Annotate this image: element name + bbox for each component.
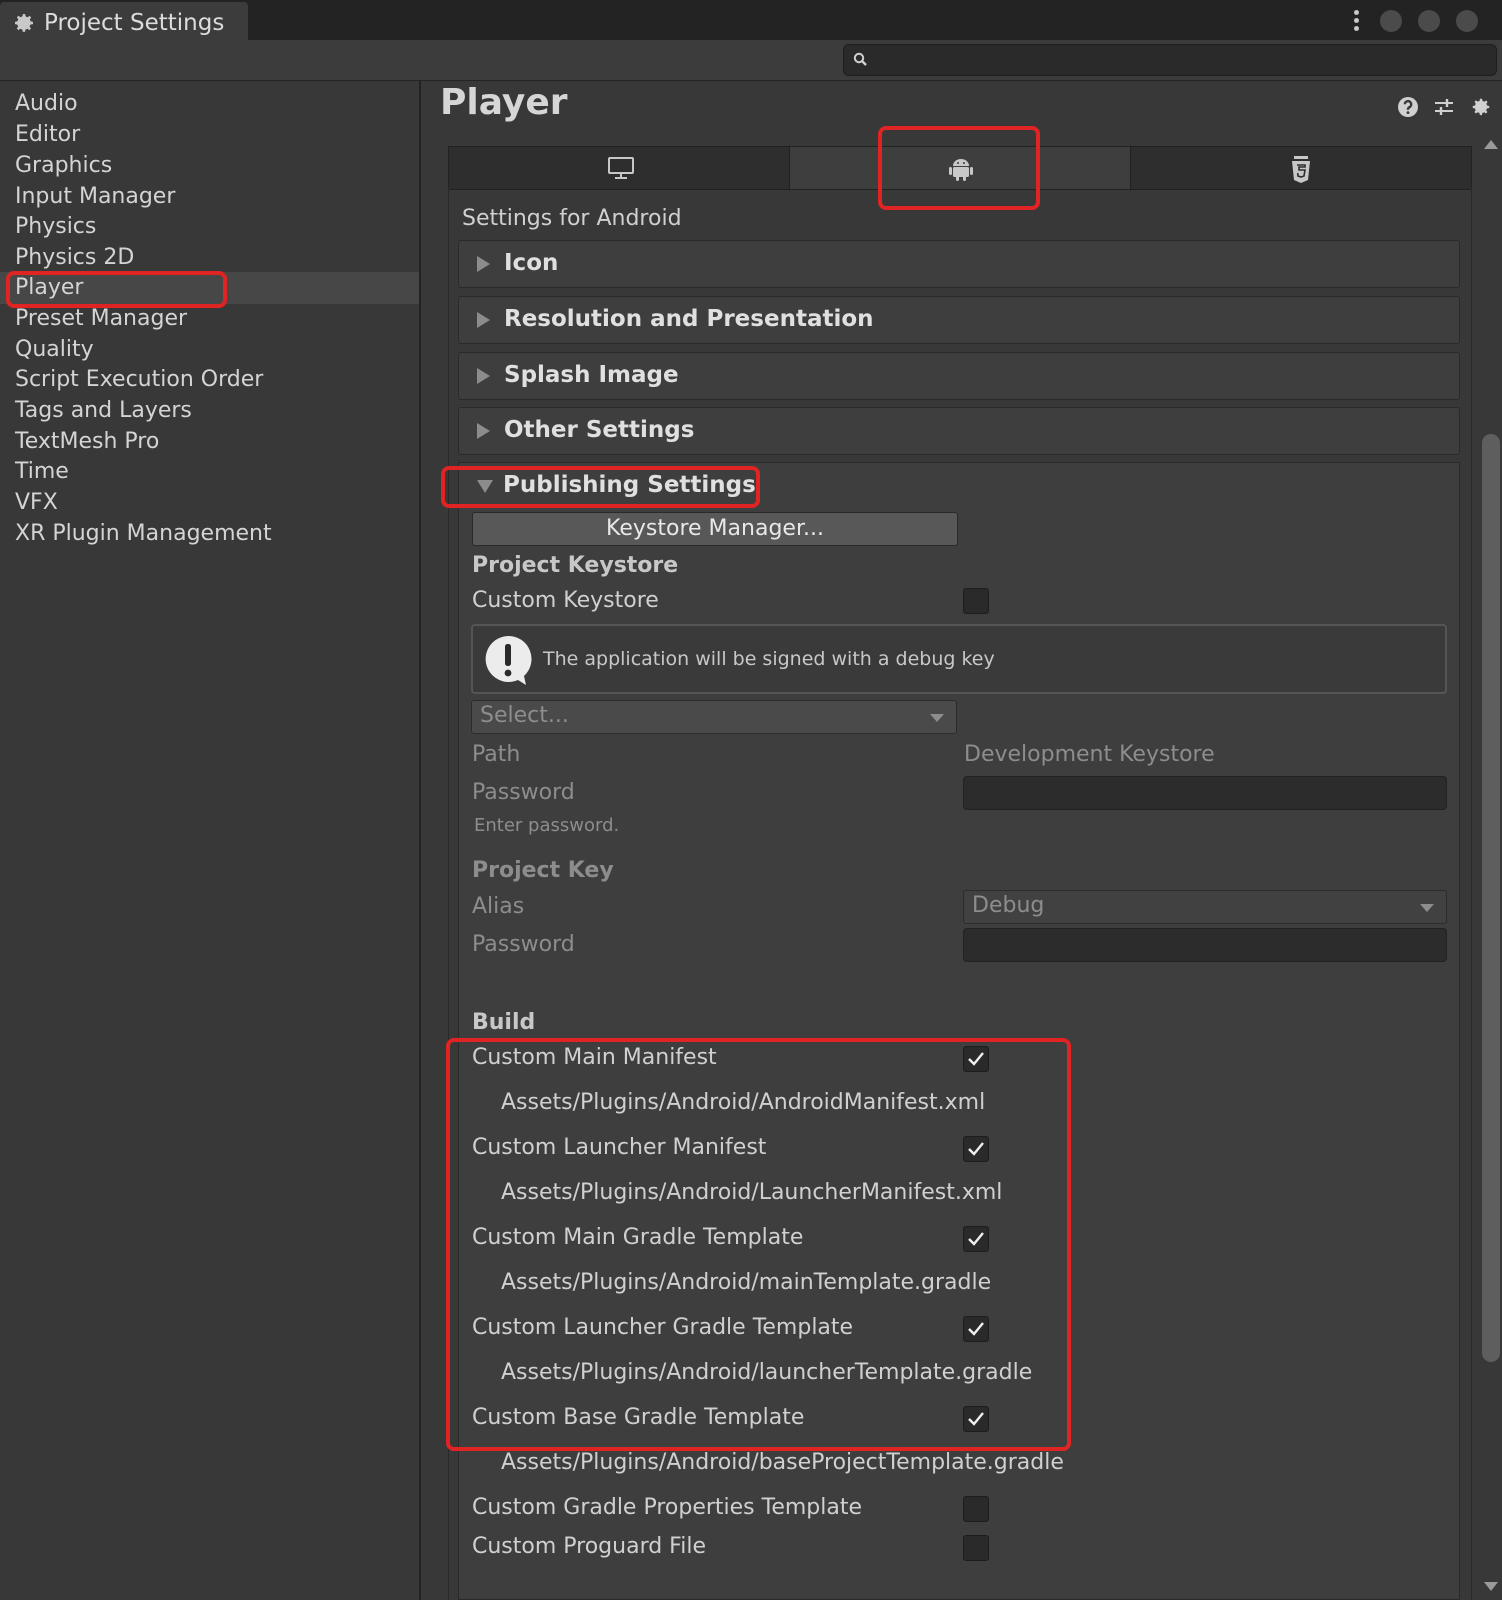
help-icon[interactable] (1397, 96, 1419, 118)
dropdown-value: Select... (480, 703, 569, 728)
sidebar-item-audio[interactable]: Audio (15, 89, 78, 119)
alias-dropdown[interactable]: Debug (963, 890, 1447, 924)
keystore-password-field[interactable] (963, 776, 1447, 810)
chevron-right-icon (477, 256, 490, 272)
page-title: Player (440, 82, 568, 123)
gear-icon (15, 14, 33, 32)
dropdown-value: Debug (972, 893, 1045, 918)
sidebar-item-time[interactable]: Time (15, 457, 69, 487)
chevron-right-icon (477, 368, 490, 384)
project-keystore-heading: Project Keystore (472, 553, 679, 578)
close-button[interactable] (1456, 10, 1478, 32)
sidebar-item-physics-2d[interactable]: Physics 2D (15, 243, 134, 273)
custom-proguard-checkbox[interactable] (963, 1535, 989, 1561)
path-value: Development Keystore (964, 742, 1215, 767)
sidebar-item-input-manager[interactable]: Input Manager (15, 182, 175, 212)
chevron-right-icon (477, 312, 490, 328)
dropdown-arrow-icon (1420, 904, 1434, 912)
gear-icon[interactable] (1470, 96, 1492, 118)
project-key-heading: Project Key (472, 858, 614, 883)
settings-for-label: Settings for Android (462, 206, 682, 231)
custom-proguard-label: Custom Proguard File (472, 1534, 706, 1559)
password-hint: Enter password. (474, 815, 620, 836)
sidebar-item-vfx[interactable]: VFX (15, 488, 58, 518)
password-label: Password (472, 780, 575, 805)
build-heading: Build (472, 1010, 536, 1035)
key-password-field[interactable] (963, 928, 1447, 962)
foldout-title: Splash Image (504, 362, 679, 388)
scrollbar-thumb[interactable] (1482, 434, 1500, 1362)
tab-webgl[interactable] (1131, 147, 1471, 189)
sidebar-item-graphics[interactable]: Graphics (15, 151, 112, 181)
desktop-icon (608, 157, 634, 179)
alias-label: Alias (472, 894, 525, 919)
scroll-up-arrow-icon[interactable] (1484, 140, 1498, 149)
minimize-button[interactable] (1380, 10, 1402, 32)
sidebar-item-xr-plugin-management[interactable]: XR Plugin Management (15, 519, 272, 549)
sidebar-item-quality[interactable]: Quality (15, 335, 94, 365)
annotation-box-player (6, 271, 227, 308)
custom-keystore-checkbox[interactable] (963, 588, 989, 614)
foldout-title: Other Settings (504, 417, 695, 443)
sidebar-item-tags-and-layers[interactable]: Tags and Layers (15, 396, 192, 426)
key-password-label: Password (472, 932, 575, 957)
help-box: The application will be signed with a de… (471, 624, 1447, 694)
foldout-resolution[interactable]: Resolution and Presentation (458, 296, 1460, 344)
html5-icon (1292, 156, 1310, 183)
foldout-other-settings[interactable]: Other Settings (458, 407, 1460, 455)
chevron-right-icon (477, 423, 490, 439)
sidebar-item-preset-manager[interactable]: Preset Manager (15, 304, 187, 334)
foldout-title: Resolution and Presentation (504, 306, 874, 332)
foldout-splash[interactable]: Splash Image (458, 352, 1460, 400)
annotation-box-build-templates (446, 1038, 1071, 1451)
custom-gradle-properties-checkbox[interactable] (963, 1496, 989, 1522)
tab-standalone[interactable] (449, 147, 790, 189)
foldout-icon[interactable]: Icon (458, 240, 1460, 288)
more-options-icon[interactable] (1348, 8, 1364, 36)
preset-sliders-icon[interactable] (1433, 96, 1455, 118)
scroll-down-arrow-icon[interactable] (1484, 1582, 1498, 1591)
foldout-title: Icon (504, 250, 559, 276)
sidebar-item-script-execution-order[interactable]: Script Execution Order (15, 365, 263, 395)
path-label: Path (472, 742, 521, 767)
custom-gradle-properties-label: Custom Gradle Properties Template (472, 1495, 863, 1520)
warning-info-icon (485, 635, 532, 685)
maximize-button[interactable] (1418, 10, 1440, 32)
help-message: The application will be signed with a de… (543, 648, 995, 670)
sidebar-item-textmesh-pro[interactable]: TextMesh Pro (15, 427, 159, 457)
search-icon (853, 52, 867, 66)
keystore-select-dropdown[interactable]: Select... (471, 700, 957, 734)
dropdown-arrow-icon (930, 714, 944, 722)
custom-base-gradle-path: Assets/Plugins/Android/baseProjectTempla… (501, 1450, 1064, 1475)
custom-keystore-label: Custom Keystore (472, 588, 659, 613)
window-tab[interactable]: Project Settings (0, 2, 248, 42)
sidebar-item-physics[interactable]: Physics (15, 212, 96, 242)
sidebar-item-editor[interactable]: Editor (15, 120, 80, 150)
keystore-manager-button[interactable]: Keystore Manager... (472, 512, 958, 546)
window-title: Project Settings (44, 10, 225, 36)
annotation-box-publishing (441, 466, 760, 508)
search-input[interactable] (843, 44, 1497, 76)
